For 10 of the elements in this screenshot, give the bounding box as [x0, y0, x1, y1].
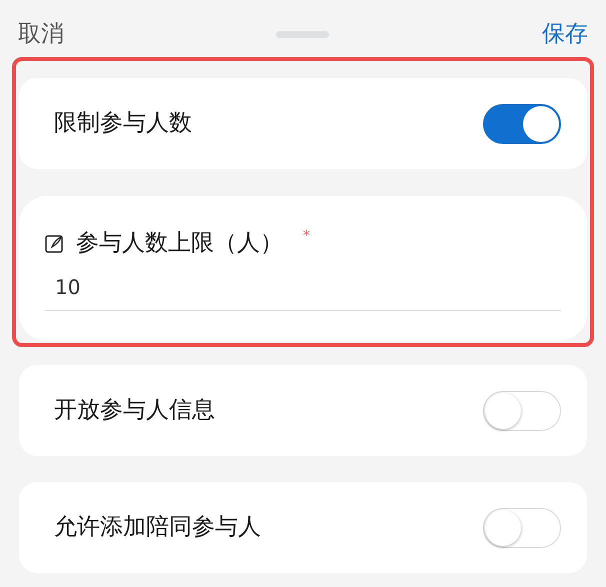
setting-label: 限制参与人数	[54, 109, 192, 138]
required-mark: *	[303, 227, 310, 246]
edit-icon	[45, 234, 64, 253]
save-button[interactable]: 保存	[542, 17, 588, 52]
field-label: 参与人数上限（人）	[76, 229, 283, 258]
setting-label: 开放参与人信息	[54, 396, 215, 426]
cancel-button[interactable]: 取消	[18, 17, 64, 52]
toggle-switch[interactable]	[483, 104, 561, 144]
setting-label: 允许添加陪同参与人	[54, 513, 261, 542]
number-input[interactable]: 10	[45, 264, 561, 310]
